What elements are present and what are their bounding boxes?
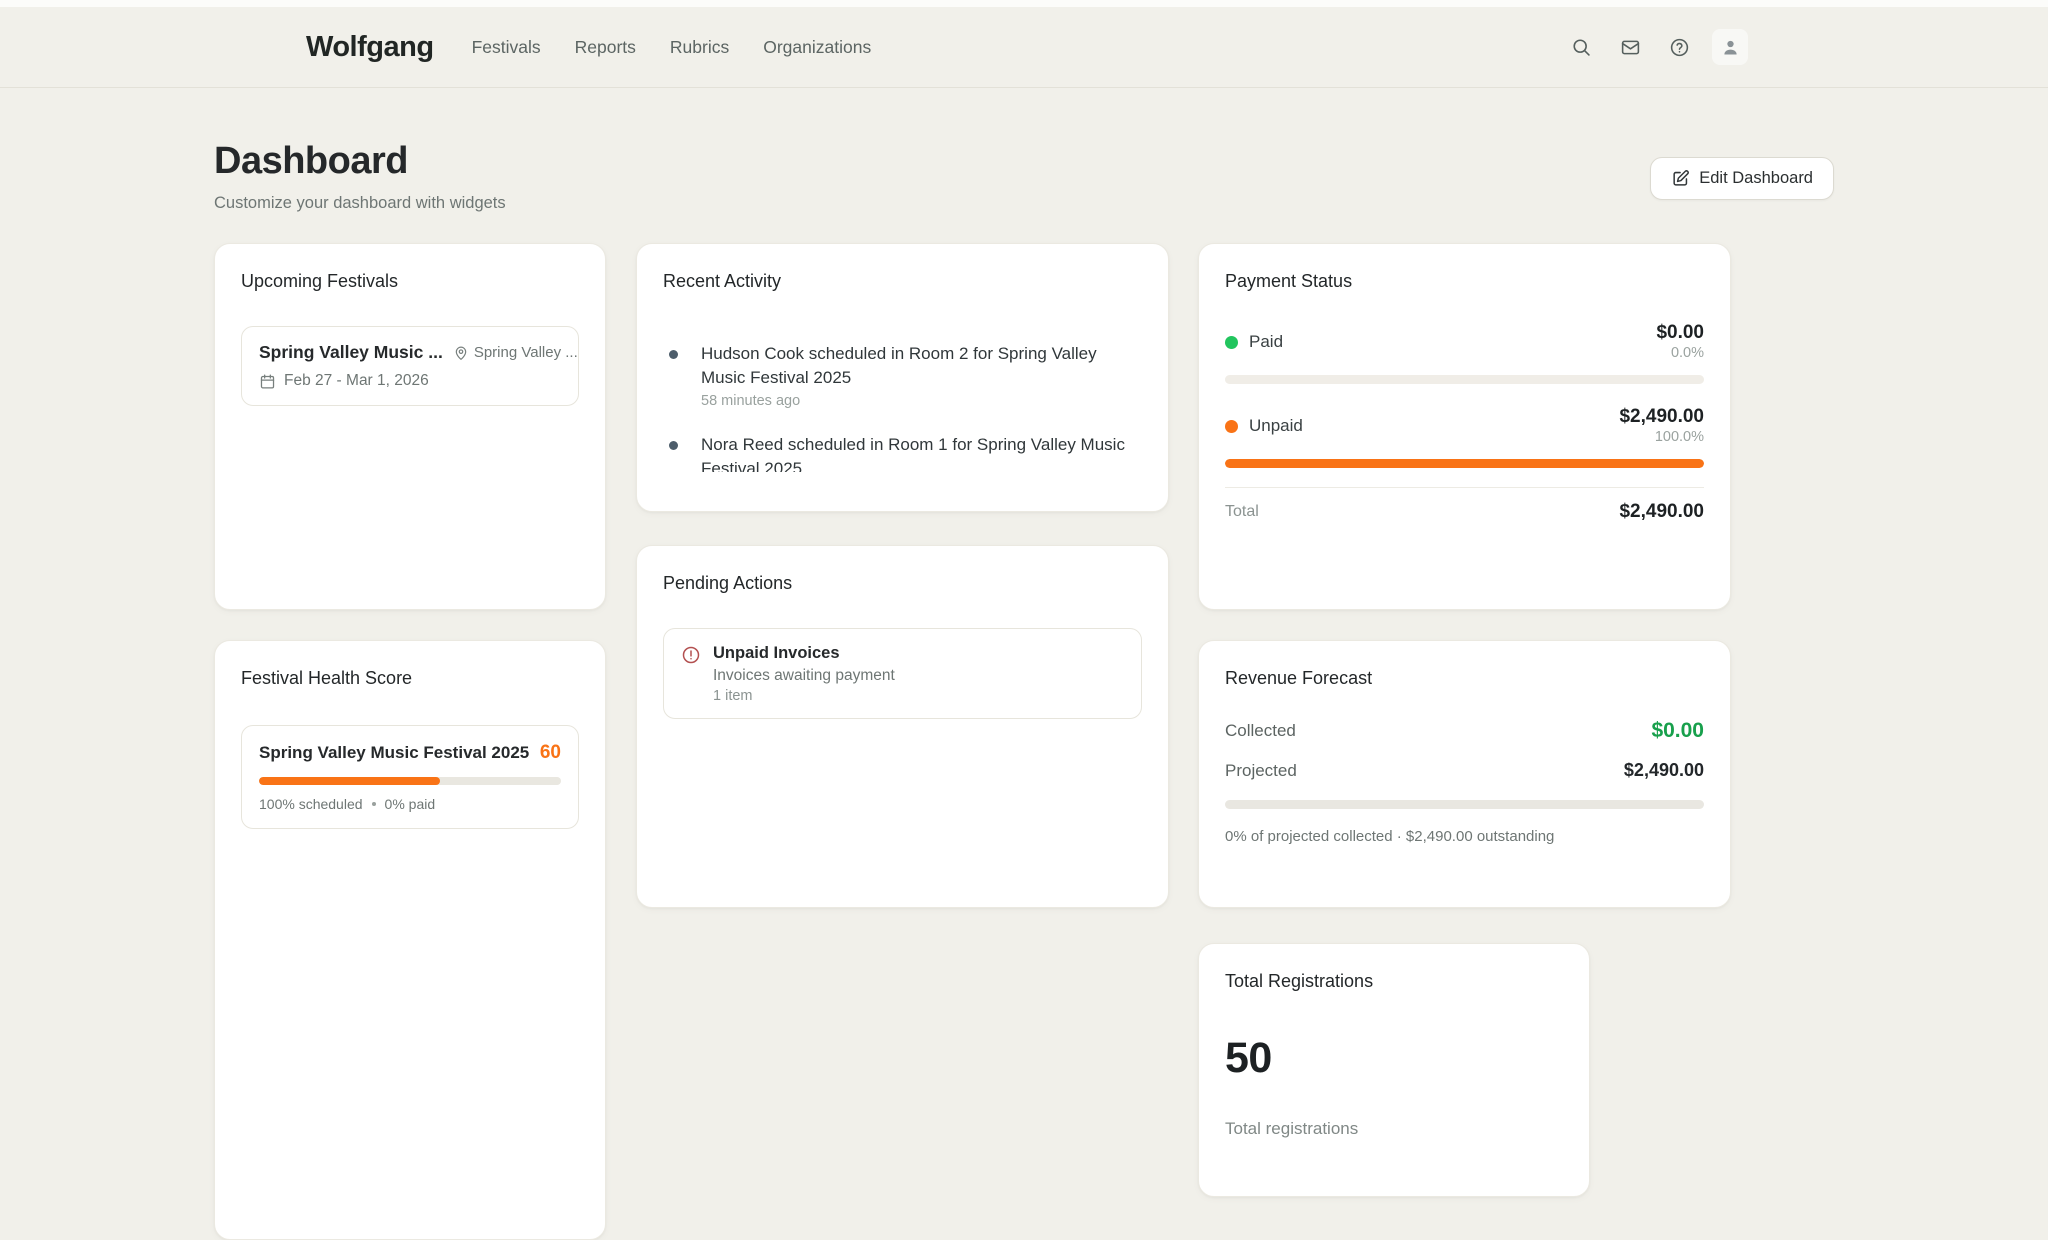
activity-item: Nora Reed scheduled in Room 1 for Spring…: [663, 433, 1131, 472]
user-icon[interactable]: [1712, 29, 1748, 65]
projected-amount: $2,490.00: [1624, 760, 1704, 781]
nav-festivals[interactable]: Festivals: [472, 37, 541, 58]
payment-status-title: Payment Status: [1225, 270, 1704, 292]
unpaid-label: Unpaid: [1249, 416, 1303, 436]
search-icon[interactable]: [1565, 31, 1597, 63]
unpaid-amount: $2,490.00: [1619, 406, 1704, 428]
upcoming-festivals-card: Upcoming Festivals Spring Valley Music .…: [214, 243, 606, 610]
total-label: Total: [1225, 503, 1259, 521]
registrations-count: 50: [1225, 1034, 1563, 1083]
projected-row: Projected $2,490.00: [1225, 760, 1704, 781]
page-subtitle: Customize your dashboard with widgets: [214, 194, 506, 213]
pending-actions-title: Pending Actions: [663, 572, 1142, 594]
total-registrations-title: Total Registrations: [1225, 970, 1563, 992]
projected-label: Projected: [1225, 761, 1297, 781]
upcoming-festivals-title: Upcoming Festivals: [241, 270, 579, 292]
unpaid-row: Unpaid $2,490.00 100.0%: [1225, 406, 1704, 446]
festival-health-card: Festival Health Score Spring Valley Musi…: [214, 640, 606, 1240]
festival-location: Spring Valley ...: [453, 344, 578, 361]
unpaid-progress-fill: [1225, 459, 1704, 468]
main-nav: Festivals Reports Rubrics Organizations: [472, 37, 872, 58]
header-icons: [1565, 7, 1748, 87]
paid-progress-bar: [1225, 375, 1704, 384]
health-score-value: 60: [540, 742, 561, 764]
edit-dashboard-label: Edit Dashboard: [1699, 169, 1813, 188]
revenue-footnote: 0% of projected collected · $2,490.00 ou…: [1225, 828, 1704, 845]
health-meta: 100% scheduled 0% paid: [259, 796, 561, 812]
payment-status-card: Payment Status Paid $0.00 0.0% Unpaid $2…: [1198, 243, 1731, 610]
registrations-caption: Total registrations: [1225, 1119, 1563, 1139]
health-festival-name: Spring Valley Music Festival 2025: [259, 743, 529, 763]
divider: [1225, 487, 1704, 488]
collected-row: Collected $0.00: [1225, 719, 1704, 743]
health-paid-label: 0% paid: [385, 796, 436, 812]
mail-icon[interactable]: [1614, 31, 1646, 63]
unpaid-dot-icon: [1225, 420, 1238, 433]
alert-circle-icon: [681, 645, 701, 704]
top-strip: [0, 0, 2048, 7]
edit-dashboard-button[interactable]: Edit Dashboard: [1650, 157, 1834, 200]
pending-item-title: Unpaid Invoices: [713, 643, 895, 664]
activity-timestamp: 58 minutes ago: [701, 393, 1131, 409]
calendar-icon: [259, 373, 276, 390]
festival-list-item[interactable]: Spring Valley Music ... Spring Valley ..…: [241, 326, 579, 406]
collected-label: Collected: [1225, 721, 1296, 741]
health-scheduled-label: 100% scheduled: [259, 796, 363, 812]
paid-row: Paid $0.00 0.0%: [1225, 322, 1704, 362]
health-progress-fill: [259, 777, 440, 785]
nav-reports[interactable]: Reports: [575, 37, 636, 58]
health-progress-bar: [259, 777, 561, 785]
pending-item-subtitle: Invoices awaiting payment: [713, 665, 895, 686]
festival-location-label: Spring Valley ...: [474, 344, 578, 361]
total-registrations-card: Total Registrations 50 Total registratio…: [1198, 943, 1590, 1197]
activity-text: Nora Reed scheduled in Room 1 for Spring…: [701, 433, 1131, 472]
location-pin-icon: [453, 345, 469, 361]
collected-amount: $0.00: [1651, 719, 1704, 743]
payment-total-row: Total $2,490.00: [1225, 501, 1704, 523]
recent-activity-list[interactable]: Hudson Cook scheduled in Room 2 for Spri…: [663, 342, 1142, 472]
revenue-progress-bar: [1225, 800, 1704, 809]
page-title: Dashboard: [214, 140, 408, 183]
bullet-dot-icon: [669, 441, 678, 450]
unpaid-progress-bar: [1225, 459, 1704, 468]
bullet-dot-icon: [669, 350, 678, 359]
activity-text: Hudson Cook scheduled in Room 2 for Spri…: [701, 342, 1131, 390]
revenue-forecast-card: Revenue Forecast Collected $0.00 Project…: [1198, 640, 1731, 908]
nav-rubrics[interactable]: Rubrics: [670, 37, 729, 58]
pending-item-count: 1 item: [713, 688, 895, 704]
health-list-item[interactable]: Spring Valley Music Festival 2025 60 100…: [241, 725, 579, 829]
unpaid-percent: 100.0%: [1619, 428, 1704, 446]
header: Wolfgang Festivals Reports Rubrics Organ…: [0, 0, 2048, 88]
festival-name: Spring Valley Music ...: [259, 342, 443, 363]
festival-dates: Feb 27 - Mar 1, 2026: [259, 372, 561, 390]
recent-activity-title: Recent Activity: [663, 270, 1142, 292]
festival-health-title: Festival Health Score: [241, 667, 579, 689]
activity-item: Hudson Cook scheduled in Room 2 for Spri…: [663, 342, 1131, 409]
paid-amount: $0.00: [1656, 322, 1704, 344]
pending-actions-card: Pending Actions Unpaid Invoices Invoices…: [636, 545, 1169, 908]
paid-percent: 0.0%: [1656, 344, 1704, 362]
paid-label: Paid: [1249, 332, 1283, 352]
dot-separator-icon: [372, 802, 376, 806]
recent-activity-card: Recent Activity Hudson Cook scheduled in…: [636, 243, 1169, 512]
revenue-forecast-title: Revenue Forecast: [1225, 667, 1704, 689]
help-icon[interactable]: [1663, 31, 1695, 63]
edit-pencil-icon: [1671, 169, 1690, 188]
pending-action-item[interactable]: Unpaid Invoices Invoices awaiting paymen…: [663, 628, 1142, 719]
brand-logo[interactable]: Wolfgang: [306, 31, 434, 64]
paid-dot-icon: [1225, 336, 1238, 349]
total-amount: $2,490.00: [1619, 501, 1704, 523]
nav-organizations[interactable]: Organizations: [763, 37, 871, 58]
festival-dates-label: Feb 27 - Mar 1, 2026: [284, 372, 429, 390]
